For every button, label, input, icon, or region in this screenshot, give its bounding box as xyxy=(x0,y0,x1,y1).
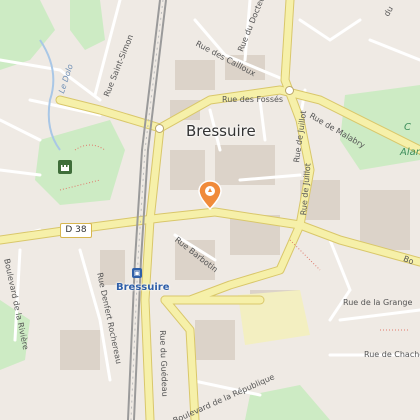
map-view[interactable]: Bressuire Bressuire C Alam Le Dolo Rue S… xyxy=(0,0,420,420)
street-grange: Rue de la Grange xyxy=(343,298,413,307)
junction-marker xyxy=(285,86,294,95)
street-chachet: Rue de Chache xyxy=(364,350,420,359)
station-label: Bressuire xyxy=(116,282,170,293)
river xyxy=(39,39,61,151)
train-station-icon[interactable]: ▣ xyxy=(132,268,142,278)
junction-marker xyxy=(155,124,164,133)
castle-icon xyxy=(58,160,72,174)
location-marker-icon[interactable] xyxy=(197,180,223,210)
city-label: Bressuire xyxy=(186,122,256,140)
park-label-top: C xyxy=(404,122,411,133)
street-gueideau: Rue du Guédeau xyxy=(158,329,170,397)
map-base xyxy=(0,0,420,420)
street-fosses: Rue des Fossés xyxy=(222,95,284,104)
route-shield-d38: D 38 xyxy=(60,223,92,238)
park-label: Alam xyxy=(400,147,420,158)
